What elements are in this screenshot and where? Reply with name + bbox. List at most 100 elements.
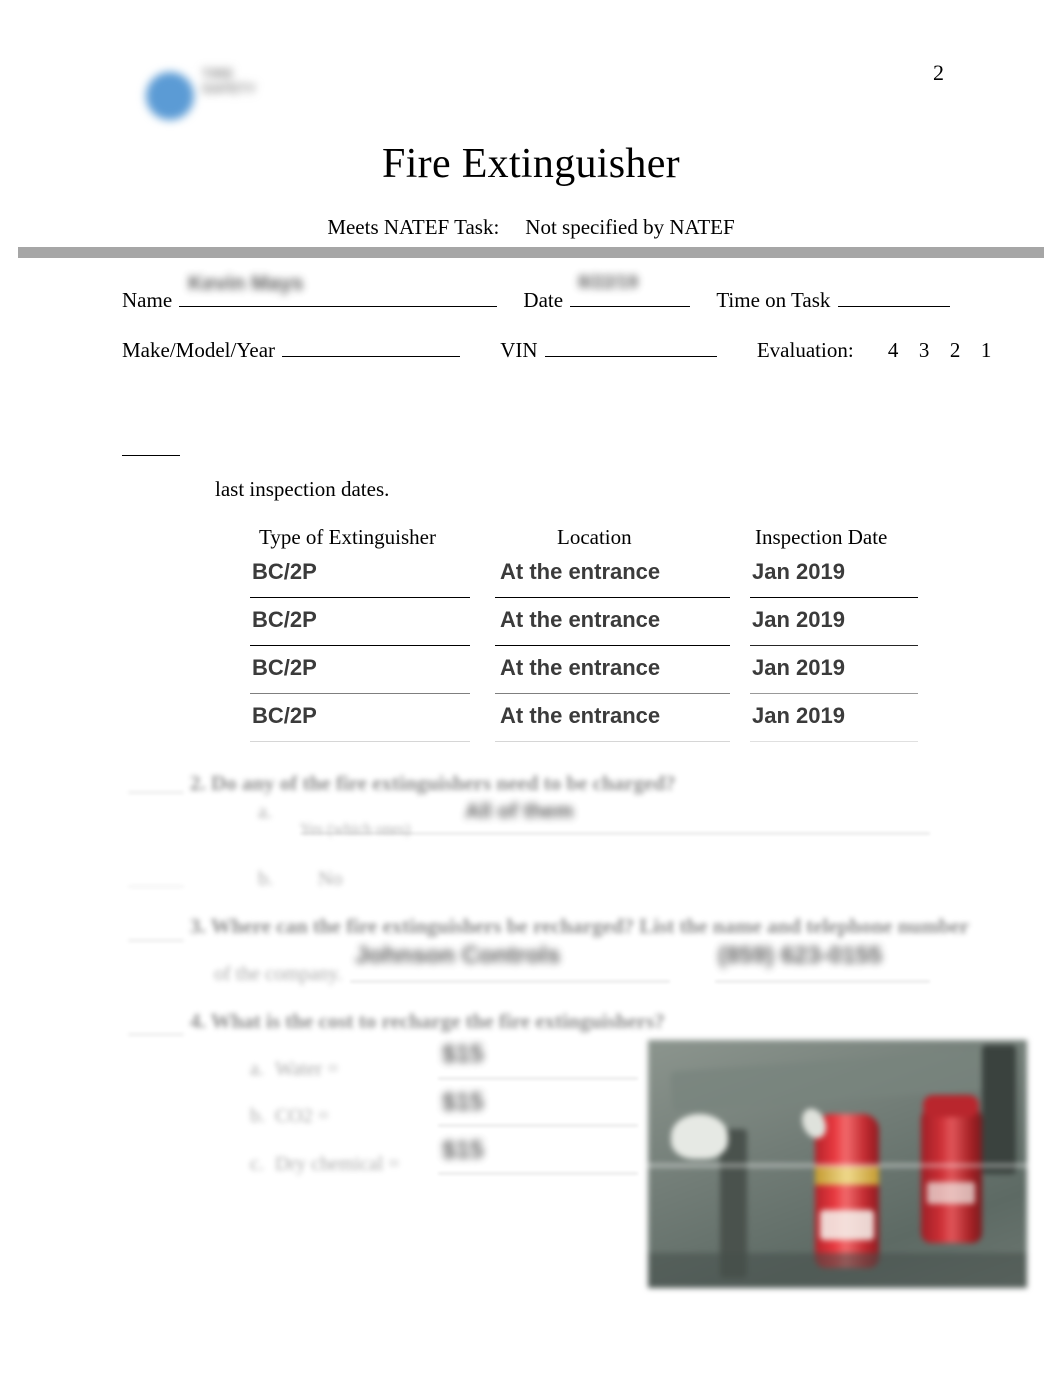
table-row-rule[interactable] bbox=[250, 741, 470, 742]
question-3-company-rule[interactable] bbox=[350, 981, 670, 982]
table-row-rule[interactable] bbox=[250, 597, 470, 598]
evaluation-option-2[interactable]: 2 bbox=[940, 338, 971, 363]
instruction-text: last inspection dates. bbox=[215, 477, 390, 501]
question-4-option-a-label: a. bbox=[250, 1058, 264, 1080]
question-3-number: 3. bbox=[190, 914, 206, 938]
table-row-rule[interactable] bbox=[250, 645, 470, 646]
question-2-option-a-answer-rule[interactable] bbox=[300, 833, 930, 834]
name-handwritten-value: Kevin Mays bbox=[188, 272, 304, 295]
date-handwritten-value: 8/22/19 bbox=[578, 272, 639, 292]
evaluation-label: Evaluation: bbox=[756, 337, 854, 362]
table-cell-location: At the entrance bbox=[500, 559, 661, 584]
table-cell-type: BC/2P bbox=[252, 703, 317, 728]
natef-value: Not specified by NATEF bbox=[525, 215, 735, 239]
question-3-continuation: of the company. bbox=[214, 963, 343, 985]
natef-task-line: Meets NATEF Task: Not specified by NATEF bbox=[0, 215, 1062, 240]
question-4-option-c-text: Dry chemical = bbox=[275, 1153, 400, 1175]
question-3: 3. Where can the fire extinguishers be r… bbox=[190, 914, 969, 939]
table-row-rule[interactable] bbox=[250, 693, 470, 694]
table-cell-type: BC/2P bbox=[252, 607, 317, 632]
question-4-option-c-label: c. bbox=[250, 1153, 264, 1175]
photo-extinguisher-front bbox=[797, 1105, 880, 1269]
company-logo: TIRE SAFETY bbox=[128, 50, 293, 142]
evaluation-option-3[interactable]: 3 bbox=[909, 338, 940, 363]
question-2-margin-rule[interactable] bbox=[128, 792, 184, 793]
question-3-text: Where can the fire extinguishers be rech… bbox=[210, 914, 969, 938]
table-row-rule[interactable] bbox=[495, 693, 730, 694]
instruction-margin-rule[interactable] bbox=[122, 443, 180, 456]
table-row-rule[interactable] bbox=[495, 645, 730, 646]
table-row-rule[interactable] bbox=[495, 597, 730, 598]
time-on-task-field[interactable] bbox=[837, 286, 950, 307]
question-4-option-c-rule[interactable] bbox=[438, 1173, 638, 1174]
question-2: 2. Do any of the fire extinguishers need… bbox=[190, 771, 676, 796]
question-4-option-c-answer: $15 bbox=[442, 1136, 484, 1164]
question-4: 4. What is the cost to recharge the fire… bbox=[190, 1009, 665, 1034]
photo-floor bbox=[648, 1253, 1027, 1288]
question-4-number: 4. bbox=[190, 1009, 206, 1033]
vin-field[interactable] bbox=[544, 336, 717, 357]
question-3-phone-answer: (859) 623-0155 bbox=[718, 942, 883, 969]
table-header-type: Type of Extinguisher bbox=[259, 525, 436, 549]
table-cell-date: Jan 2019 bbox=[752, 703, 845, 728]
table-row-rule[interactable] bbox=[750, 741, 918, 742]
photo-white-object bbox=[670, 1114, 728, 1160]
document-page: TIRE SAFETY 2 Fire Extinguisher Meets NA… bbox=[0, 0, 1062, 1377]
page-title: Fire Extinguisher bbox=[382, 141, 680, 187]
photo-extinguisher-cap bbox=[923, 1094, 980, 1117]
time-on-task-label: Time on Task bbox=[716, 287, 831, 312]
table-cell-location: At the entrance bbox=[500, 703, 661, 728]
question-2-option-a-label: a. bbox=[258, 801, 272, 823]
question-4-option-b-text: CO2 = bbox=[275, 1105, 330, 1127]
table-cell-type: BC/2P bbox=[252, 559, 317, 584]
question-3-company-answer: Johnson Controls bbox=[355, 942, 561, 969]
question-3-phone-rule[interactable] bbox=[715, 981, 930, 982]
question-4-margin-rule[interactable] bbox=[128, 1034, 184, 1035]
table-row-rule[interactable] bbox=[495, 741, 730, 742]
table-row-rule[interactable] bbox=[750, 645, 918, 646]
date-label: Date bbox=[523, 287, 564, 312]
table-cell-date: Jan 2019 bbox=[752, 607, 845, 632]
page-number: 2 bbox=[933, 60, 944, 85]
identity-row-vehicle: Make/Model/Year VIN Evaluation: 4 3 2 1 bbox=[122, 336, 1002, 363]
question-2-option-b-margin-rule[interactable] bbox=[128, 886, 184, 887]
table-cell-location: At the entrance bbox=[500, 607, 661, 632]
table-cell-location: At the entrance bbox=[500, 655, 661, 680]
question-4-text: What is the cost to recharge the fire ex… bbox=[210, 1009, 665, 1033]
fire-extinguishers-photo bbox=[648, 1040, 1027, 1288]
name-label: Name bbox=[122, 287, 173, 312]
photo-extinguisher-band bbox=[814, 1166, 880, 1186]
question-4-option-a-text: Water = bbox=[275, 1058, 339, 1080]
question-2-text: Do any of the fire extinguishers need to… bbox=[211, 771, 676, 795]
question-2-option-a-text: Yes (which ones) bbox=[300, 821, 411, 838]
natef-label: Meets NATEF Task: bbox=[327, 215, 500, 239]
table-header-location: Location bbox=[557, 525, 632, 549]
question-4-option-b-label: b. bbox=[250, 1105, 265, 1127]
table-row-rule[interactable] bbox=[750, 597, 918, 598]
table-cell-date: Jan 2019 bbox=[752, 559, 845, 584]
question-4-option-a-rule[interactable] bbox=[438, 1078, 638, 1079]
table-row-rule[interactable] bbox=[750, 693, 918, 694]
question-2-option-b-text: No bbox=[318, 868, 343, 890]
photo-post-right bbox=[981, 1044, 1016, 1174]
photo-extinguisher-back bbox=[920, 1094, 982, 1244]
header-divider-bar bbox=[18, 247, 1044, 258]
photo-scan-line bbox=[648, 1164, 1027, 1167]
table-cell-date: Jan 2019 bbox=[752, 655, 845, 680]
make-model-year-field[interactable] bbox=[282, 336, 461, 357]
question-4-option-b-rule[interactable] bbox=[438, 1125, 638, 1126]
make-model-year-label: Make/Model/Year bbox=[122, 337, 276, 362]
table-header-inspection-date: Inspection Date bbox=[755, 525, 888, 549]
photo-extinguisher-label bbox=[926, 1182, 976, 1205]
vin-label: VIN bbox=[500, 337, 538, 362]
table-cell-type: BC/2P bbox=[252, 655, 317, 680]
photo-extinguisher-label bbox=[819, 1209, 875, 1241]
question-2-number: 2. bbox=[190, 771, 206, 795]
question-4-option-b-answer: $15 bbox=[442, 1088, 484, 1116]
evaluation-option-4[interactable]: 4 bbox=[878, 338, 909, 363]
question-3-margin-rule[interactable] bbox=[128, 940, 184, 941]
logo-circle-icon bbox=[146, 72, 194, 120]
question-2-option-b-label: b. bbox=[258, 868, 273, 890]
evaluation-option-1[interactable]: 1 bbox=[971, 338, 1002, 363]
question-4-option-a-answer: $15 bbox=[442, 1040, 484, 1068]
